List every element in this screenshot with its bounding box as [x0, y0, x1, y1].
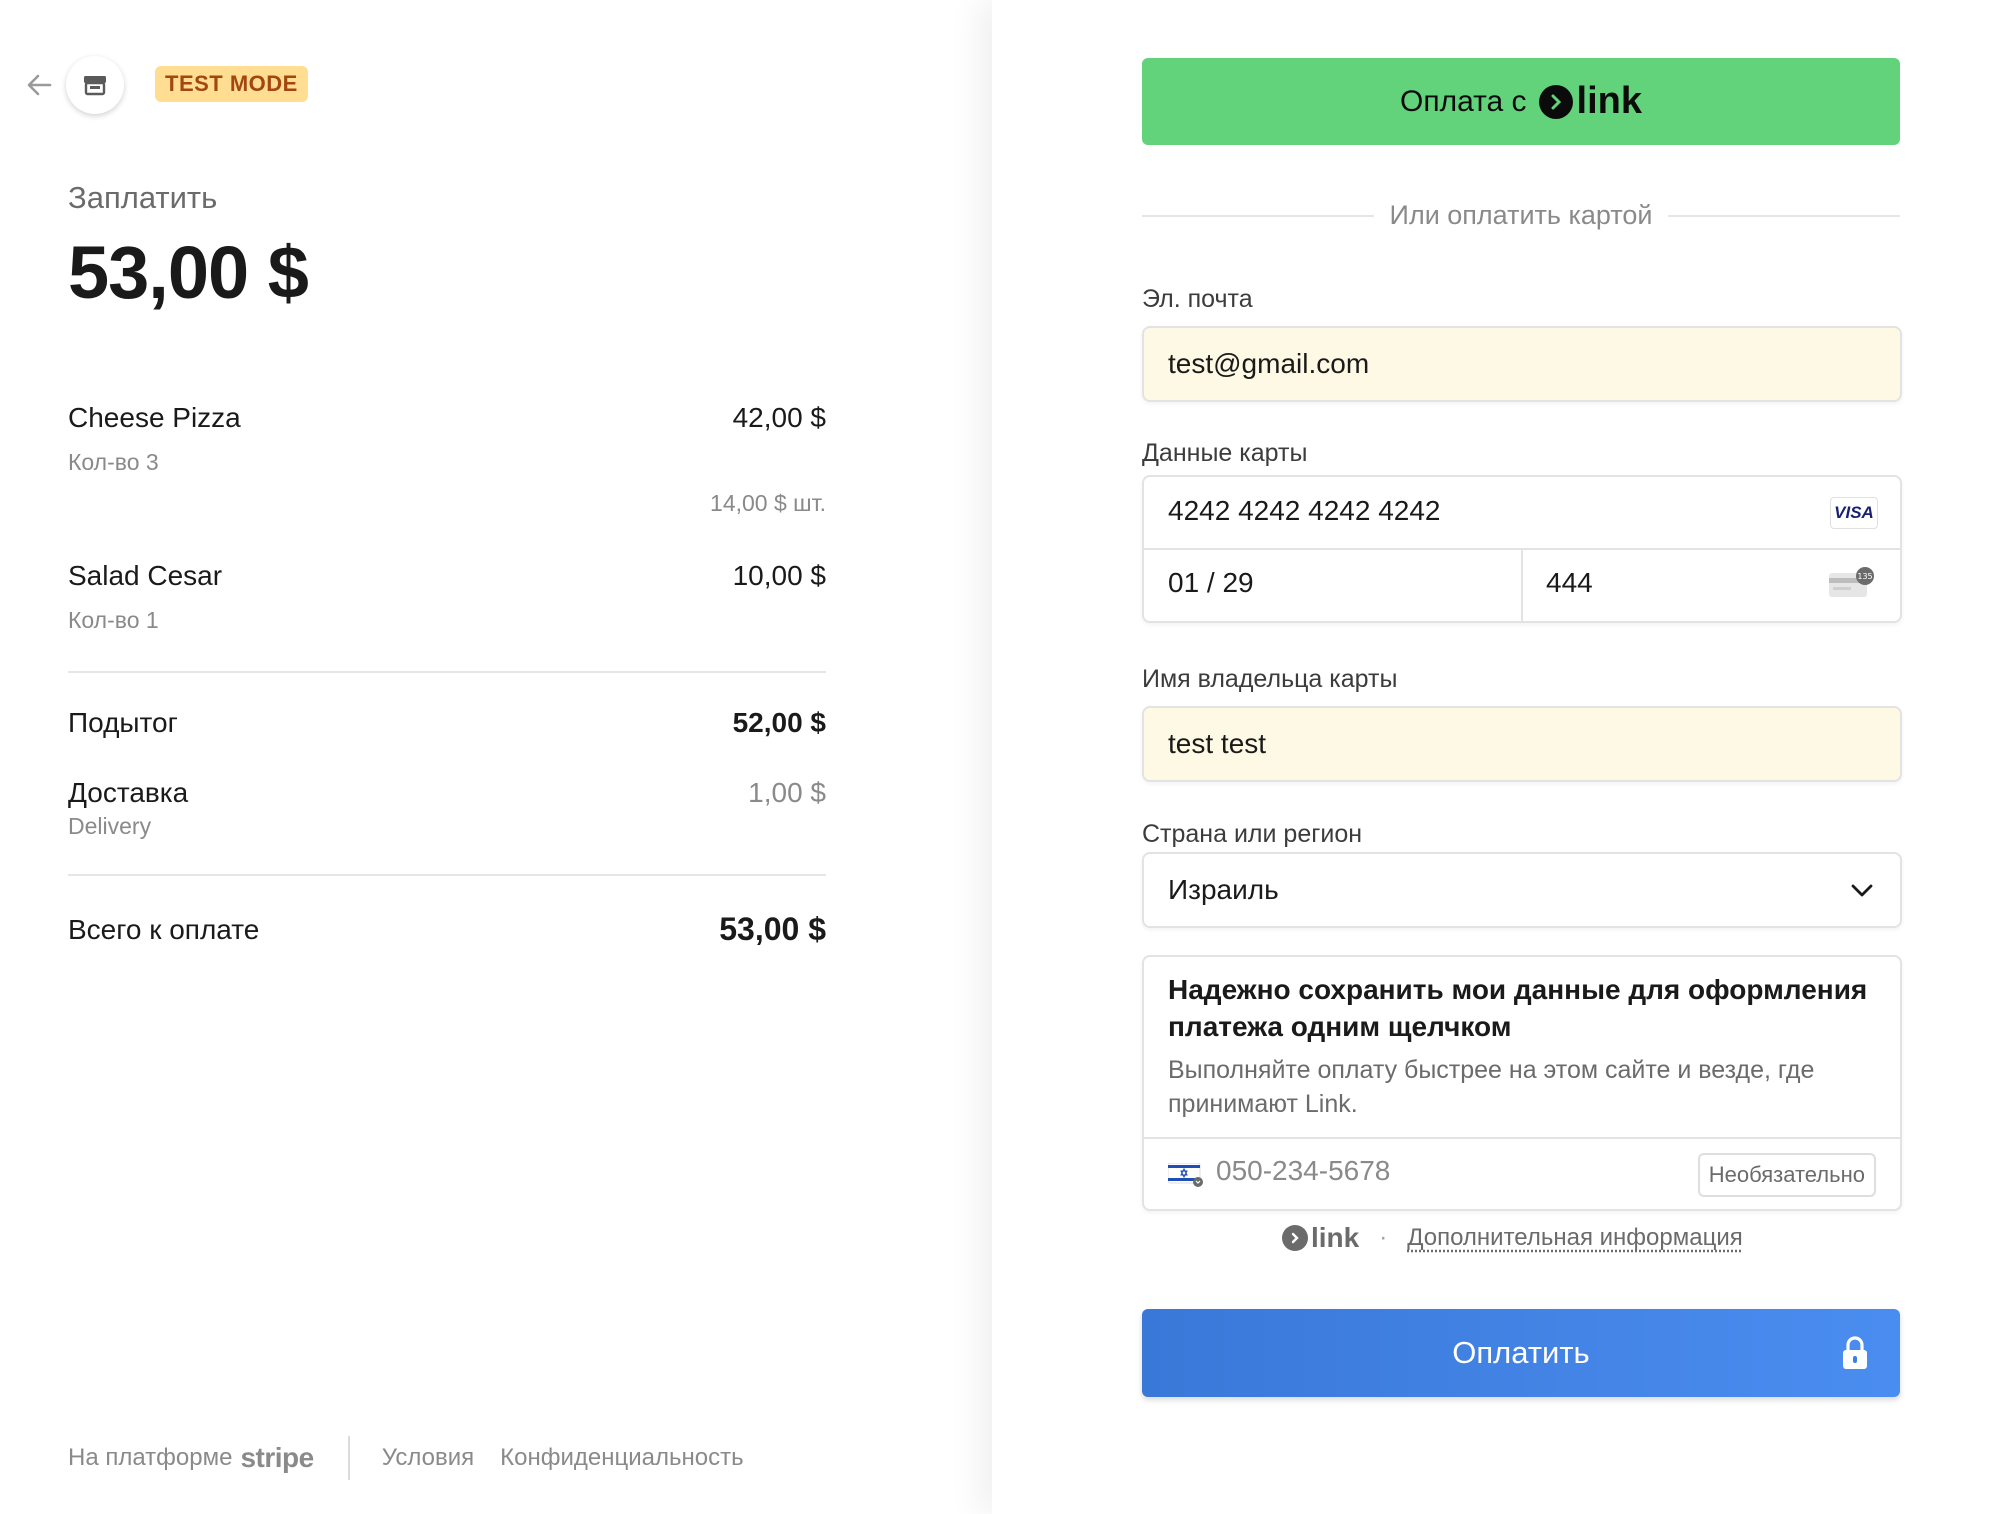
save-info-title: Надежно сохранить мои данные для оформле…	[1168, 974, 1868, 1042]
chevron-down-icon	[1851, 884, 1873, 897]
more-info-link[interactable]: Дополнительная информация	[1407, 1224, 1743, 1252]
link-logo-small: link	[1282, 1222, 1359, 1254]
israel-flag-icon[interactable]	[1168, 1163, 1204, 1187]
link-brand-small-text: link	[1311, 1222, 1360, 1253]
expiry-input[interactable]: 01 / 29	[1168, 567, 1254, 599]
cvc-input[interactable]: 444	[1546, 567, 1593, 599]
line-item-qty[interactable]: Кол-во 3	[68, 449, 159, 476]
store-icon[interactable]	[66, 56, 124, 114]
card-info-group: 4242 4242 4242 4242 VISA 01 / 29 444 135	[1142, 475, 1902, 623]
stripe-logo[interactable]: stripe	[240, 1442, 314, 1474]
card-number-input[interactable]: 4242 4242 4242 4242	[1168, 495, 1441, 527]
line-item-qty[interactable]: Кол-во 1	[68, 607, 159, 634]
test-mode-badge: TEST MODE	[155, 66, 308, 102]
lock-icon	[1843, 1336, 1867, 1369]
cvc-card-icon: 135	[1829, 567, 1874, 597]
pay-with-link-button[interactable]: Оплата с link	[1142, 58, 1900, 145]
shipping-amount: 1,00 $	[748, 777, 826, 808]
subtotal-label: Подытог	[68, 707, 178, 738]
or-divider: Или оплатить картой	[1142, 200, 1901, 231]
divider	[68, 874, 826, 876]
link-footer: link · Дополнительная информация	[1282, 1222, 1743, 1254]
phone-input[interactable]: 050-234-5678	[1216, 1155, 1390, 1187]
pay-button[interactable]: Оплатить	[1142, 1309, 1900, 1397]
or-pay-with-card-text: Или оплатить картой	[1389, 200, 1653, 230]
order-summary-panel: TEST MODE Заплатить 53,00 $ Cheese Pizza…	[0, 0, 992, 1514]
privacy-link[interactable]: Конфиденциальность	[500, 1444, 743, 1472]
email-label: Эл. почта	[1142, 285, 1253, 313]
separator-dot: ·	[1379, 1224, 1388, 1251]
total-due-label: Всего к оплате	[68, 914, 260, 945]
country-value: Израиль	[1168, 874, 1279, 905]
optional-badge: Необязательно	[1697, 1153, 1876, 1197]
line-item-amount: 10,00 $	[732, 560, 826, 591]
terms-link[interactable]: Условия	[382, 1444, 474, 1472]
pay-label: Заплатить	[68, 180, 218, 215]
line-item-unit-price: 14,00 $ шт.	[710, 490, 826, 516]
payment-form-panel: Оплата с link Или оплатить картой Эл. по…	[992, 0, 1998, 1514]
footer-divider	[347, 1436, 350, 1480]
link-brand-text: link	[1576, 80, 1642, 122]
line-item-name: Cheese Pizza	[68, 402, 241, 433]
powered-by-text: На платформе	[68, 1444, 233, 1471]
back-arrow-icon[interactable]	[24, 70, 54, 100]
country-label: Страна или регион	[1142, 820, 1363, 848]
subtotal-amount: 52,00 $	[732, 707, 826, 738]
email-value: test@gmail.com	[1168, 348, 1370, 379]
cardholder-name-field[interactable]: test test	[1142, 706, 1902, 782]
link-logo-icon: link	[1538, 80, 1642, 123]
cardholder-name-value: test test	[1168, 728, 1267, 759]
email-field[interactable]: test@gmail.com	[1142, 326, 1902, 402]
shipping-method: Delivery	[68, 813, 152, 839]
save-info-box: Надежно сохранить мои данные для оформле…	[1142, 955, 1902, 1211]
svg-text:135: 135	[1857, 572, 1872, 581]
divider	[68, 671, 826, 673]
footer: На платформе stripe Условия Конфиденциал…	[68, 1436, 770, 1480]
pay-with-link-label: Оплата с	[1399, 84, 1527, 118]
total-amount: 53,00 $	[68, 231, 309, 314]
country-select[interactable]: Израиль	[1142, 852, 1902, 928]
pay-button-label: Оплатить	[1452, 1335, 1590, 1370]
total-due-amount: 53,00 $	[719, 911, 826, 947]
visa-icon: VISA	[1830, 497, 1878, 529]
line-item-amount: 42,00 $	[732, 402, 826, 433]
shipping-label: Доставка	[68, 777, 189, 808]
card-info-label: Данные карты	[1142, 439, 1308, 467]
save-info-description: Выполняйте оплату быстрее на этом сайте …	[1168, 1056, 1815, 1118]
cardholder-name-label: Имя владельца карты	[1142, 665, 1398, 693]
line-item-name: Salad Cesar	[68, 560, 223, 591]
link-logo-icon	[1282, 1225, 1308, 1251]
